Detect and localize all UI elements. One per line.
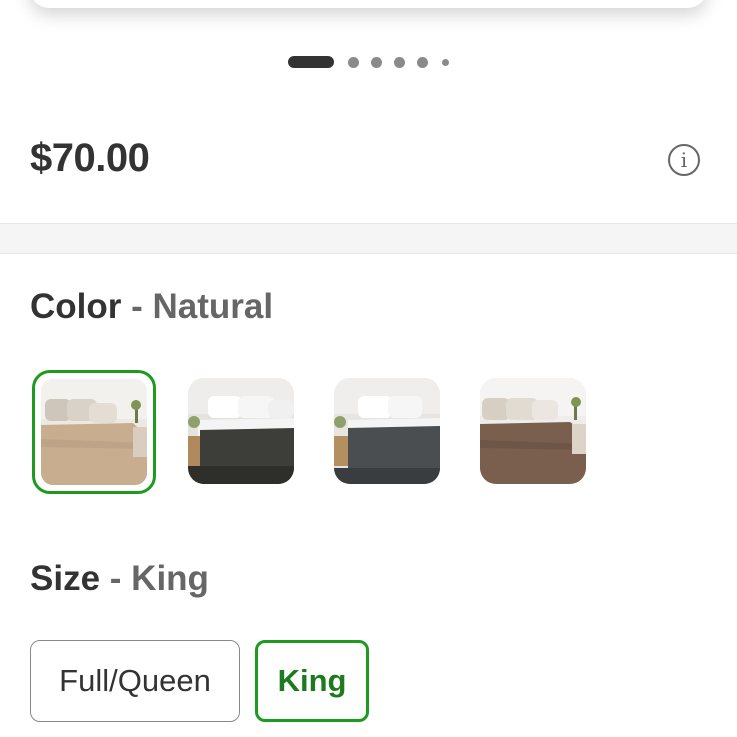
size-option-label: Full/Queen [59,663,211,698]
bed-charcoal-image [188,378,294,484]
size-heading: Size - King [30,559,209,599]
carousel-pager [0,56,737,68]
pager-dot[interactable] [442,58,449,66]
color-swatch-brown[interactable] [480,378,586,484]
pager-dot-active[interactable] [288,56,334,68]
size-label: Size [30,559,101,598]
product-price: $70.00 [30,136,150,180]
bed-brown-image [480,378,586,484]
size-option-king[interactable]: King [255,640,369,722]
color-selected-value: Natural [152,287,274,326]
info-icon[interactable]: i [668,144,700,176]
color-swatch-slate[interactable] [334,378,440,484]
pager-dot[interactable] [371,56,382,68]
size-separator: - [109,559,122,598]
bed-natural-image [41,379,147,485]
pager-dot[interactable] [394,56,405,68]
product-options-page: $70.00 i Color - Natural Size - King Ful… [0,0,737,737]
size-selected-value: King [131,559,209,598]
section-divider [0,223,737,254]
pager-dot[interactable] [348,56,359,68]
bed-slate-image [334,378,440,484]
color-heading: Color - Natural [30,287,273,327]
color-separator: - [131,287,143,326]
color-swatch-charcoal[interactable] [188,378,294,484]
size-option-label: King [277,663,347,698]
price-row: $70.00 i [0,120,737,200]
info-glyph: i [680,148,688,172]
pager-dot[interactable] [417,56,428,68]
color-label: Color [30,287,122,326]
product-image-card[interactable] [30,0,707,8]
color-swatch-natural[interactable] [32,370,156,494]
size-option-full-queen[interactable]: Full/Queen [30,640,240,722]
